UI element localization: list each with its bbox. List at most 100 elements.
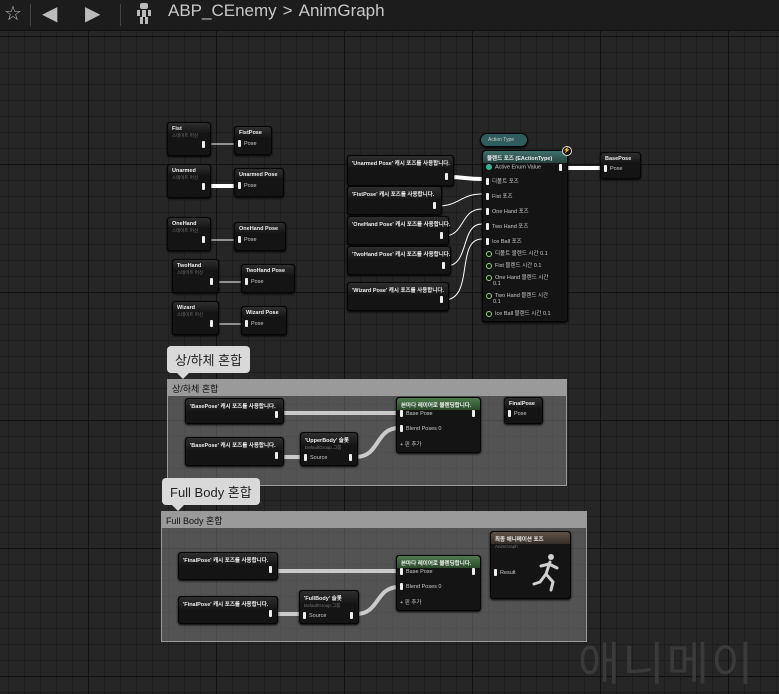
pose-output-pin[interactable] <box>202 183 208 190</box>
pose-input-pin[interactable]: 디폴트 포즈 <box>486 177 519 186</box>
state-machine-node[interactable]: Unarmed 스테이트 머신 <box>167 164 211 198</box>
pose-output-pin[interactable] <box>349 454 355 461</box>
use-cached-pose-node[interactable]: 'TwoHand Pose' 캐시 포즈를 사용합니다. <box>347 246 451 275</box>
use-cached-pose-node[interactable]: 'FinalPose' 캐시 포즈를 사용합니다. <box>178 596 278 624</box>
blend-time-pin[interactable]: Ice Ball 블렌드 시간 0.1 <box>486 309 551 317</box>
node-title: Wizard <box>173 302 218 312</box>
pose-input-pin[interactable]: Pose <box>238 236 257 243</box>
state-machine-node[interactable]: TwoHand 스테이트 머신 <box>172 259 219 293</box>
save-cached-pose-node[interactable]: FinalPose Pose <box>504 397 543 424</box>
pose-input-pin[interactable]: Ice Ball 포즈 <box>486 237 522 246</box>
blend-time-pin[interactable]: Two Hand 블렌드 시간 0.1 <box>486 291 548 305</box>
node-subtitle: 스테이트 머신 <box>172 133 199 138</box>
pose-input-pin[interactable]: Pose <box>245 320 264 327</box>
pose-output-pin[interactable] <box>442 262 448 269</box>
node-title: FinalPose <box>505 398 542 408</box>
node-title: 'BasePose' 캐시 포즈를 사용합니다. <box>186 438 283 450</box>
use-cached-pose-node[interactable]: 'Wizard Pose' 캐시 포즈를 사용합니다. <box>347 282 449 311</box>
base-pose-pin[interactable]: Base Pose <box>400 410 433 417</box>
pose-input-pin[interactable]: Fist 포즈 <box>486 192 513 201</box>
pose-output-pin[interactable] <box>275 411 281 418</box>
node-subtitle: AnimGraph <box>495 544 518 549</box>
blend-poses-by-enum-node[interactable]: 블렌드 포즈 (EActionType) Active Enum Value 디… <box>482 150 568 322</box>
node-title: TwoHand Pose <box>242 265 294 275</box>
pose-input-pin[interactable]: Two Hand 포즈 <box>486 222 528 231</box>
save-cached-pose-node[interactable]: FistPose Pose <box>234 126 272 155</box>
node-subtitle: 스테이트 머신 <box>177 270 204 275</box>
pose-output-pin[interactable] <box>440 232 446 239</box>
save-cached-pose-node[interactable]: OneHand Pose Pose <box>234 222 286 251</box>
layered-blend-per-bone-node[interactable]: 본마다 레이어로 블렌딩합니다. Base Pose Blend Poses 0… <box>396 555 481 611</box>
source-pin[interactable]: Source <box>304 454 327 461</box>
node-title: 'UpperBody' 슬롯 <box>301 433 357 445</box>
node-subtitle: 스테이트 머신 <box>172 175 199 180</box>
use-cached-pose-node[interactable]: 'FinalPose' 캐시 포즈를 사용합니다. <box>178 552 278 580</box>
save-cached-pose-node[interactable]: Unarmed Pose Pose <box>234 168 284 197</box>
node-title: TwoHand <box>173 260 218 270</box>
node-title: 'TwoHand Pose' 캐시 포즈를 사용합니다. <box>348 247 450 259</box>
active-enum-value-pin[interactable]: Active Enum Value <box>486 164 541 170</box>
comment-bubble[interactable]: 상/하체 혼합 <box>167 346 251 379</box>
node-subtitle: 스테이트 머신 <box>177 312 204 317</box>
pose-output-pin[interactable] <box>445 173 451 180</box>
pose-output-pin[interactable] <box>472 568 478 575</box>
pose-input-pin[interactable]: Pose <box>604 165 623 172</box>
pose-output-pin[interactable] <box>275 452 281 459</box>
node-title: 'Wizard Pose' 캐시 포즈를 사용합니다. <box>348 283 448 295</box>
pose-input-pin[interactable]: Pose <box>245 278 264 285</box>
pose-output-pin[interactable] <box>440 296 446 303</box>
save-cached-pose-node[interactable]: BasePose Pose <box>600 152 641 179</box>
use-cached-pose-node[interactable]: 'FistPose' 캐시 포즈를 사용합니다. <box>347 186 442 215</box>
node-title: BasePose <box>601 153 640 163</box>
blend-poses-pin[interactable]: Blend Poses 0 <box>400 425 441 432</box>
save-cached-pose-node[interactable]: Wizard Pose Pose <box>241 306 287 335</box>
pose-output-pin[interactable] <box>472 410 478 417</box>
pose-output-pin[interactable] <box>202 141 208 148</box>
comment-bubble[interactable]: Full Body 혼합 <box>162 478 260 511</box>
pose-input-pin[interactable]: Pose <box>508 410 527 417</box>
pose-output-pin[interactable] <box>210 320 216 327</box>
slot-node-upperbody[interactable]: 'UpperBody' 슬롯 DefaultGroup.그룹 Source <box>300 432 358 466</box>
add-pin-button[interactable]: + 핀 추가 <box>400 598 421 606</box>
comment-title[interactable]: Full Body 혼합 <box>162 512 586 528</box>
use-cached-pose-node[interactable]: 'BasePose' 캐시 포즈를 사용합니다. <box>185 398 284 424</box>
node-title: Fist <box>168 123 210 133</box>
source-pin[interactable]: Source <box>303 612 326 619</box>
use-cached-pose-node[interactable]: 'BasePose' 캐시 포즈를 사용합니다. <box>185 437 284 466</box>
node-title: 본마다 레이어로 블렌딩합니다. <box>397 556 480 568</box>
use-cached-pose-node[interactable]: 'Unarmed Pose' 캐시 포즈를 사용합니다. <box>347 155 454 186</box>
slot-node-fullbody[interactable]: 'FullBody' 슬롯 DefaultGroup.그룹 Source <box>299 590 359 624</box>
add-pin-button[interactable]: + 핀 추가 <box>400 440 421 448</box>
state-machine-node[interactable]: Fist 스테이트 머신 <box>167 122 211 156</box>
node-title: FistPose <box>235 127 271 137</box>
blend-poses-pin[interactable]: Blend Poses 0 <box>400 583 441 590</box>
state-machine-node[interactable]: Wizard 스테이트 머신 <box>172 301 219 335</box>
state-machine-node[interactable]: OneHand 스테이트 머신 <box>167 217 211 251</box>
pose-output-pin[interactable] <box>559 164 565 171</box>
pose-output-pin[interactable] <box>202 236 208 243</box>
pose-output-pin[interactable] <box>350 612 356 619</box>
comment-box-upper-lower-blend[interactable]: 상/하체 혼합 <box>167 379 567 486</box>
blend-time-pin[interactable]: Fist 블렌드 시간 0.1 <box>486 261 541 269</box>
node-title: 본마다 레이어로 블렌딩합니다. <box>397 398 480 410</box>
blend-time-pin[interactable]: 디폴트 블렌드 시간 0.1 <box>486 249 548 257</box>
result-pin[interactable]: Result <box>494 569 516 576</box>
action-type-variable-node[interactable]: Action Type <box>480 133 528 147</box>
pose-output-pin[interactable] <box>269 566 275 573</box>
variable-label: Action Type <box>488 137 515 143</box>
base-pose-pin[interactable]: Base Pose <box>400 568 433 575</box>
watermark-text: 애니메이 <box>578 638 756 690</box>
comment-title[interactable]: 상/하체 혼합 <box>168 380 566 396</box>
pose-input-pin[interactable]: One Hand 포즈 <box>486 207 529 216</box>
blend-time-pin[interactable]: One Hand 블렌드 시간 0.1 <box>486 273 548 287</box>
pose-output-pin[interactable] <box>433 202 439 209</box>
save-cached-pose-node[interactable]: TwoHand Pose Pose <box>241 264 295 293</box>
pose-output-pin[interactable] <box>269 610 275 617</box>
pose-input-pin[interactable]: Pose <box>238 140 257 147</box>
use-cached-pose-node[interactable]: 'OneHand Pose' 캐시 포즈를 사용합니다. <box>347 216 450 245</box>
pose-output-pin[interactable] <box>210 278 216 285</box>
output-pose-node[interactable]: 최종 애니메이션 포즈 AnimGraph Result <box>490 531 571 599</box>
layered-blend-per-bone-node[interactable]: 본마다 레이어로 블렌딩합니다. Base Pose Blend Poses 0… <box>396 397 481 453</box>
property-access-icon[interactable]: ⚡ <box>562 146 572 156</box>
pose-input-pin[interactable]: Pose <box>238 182 257 189</box>
